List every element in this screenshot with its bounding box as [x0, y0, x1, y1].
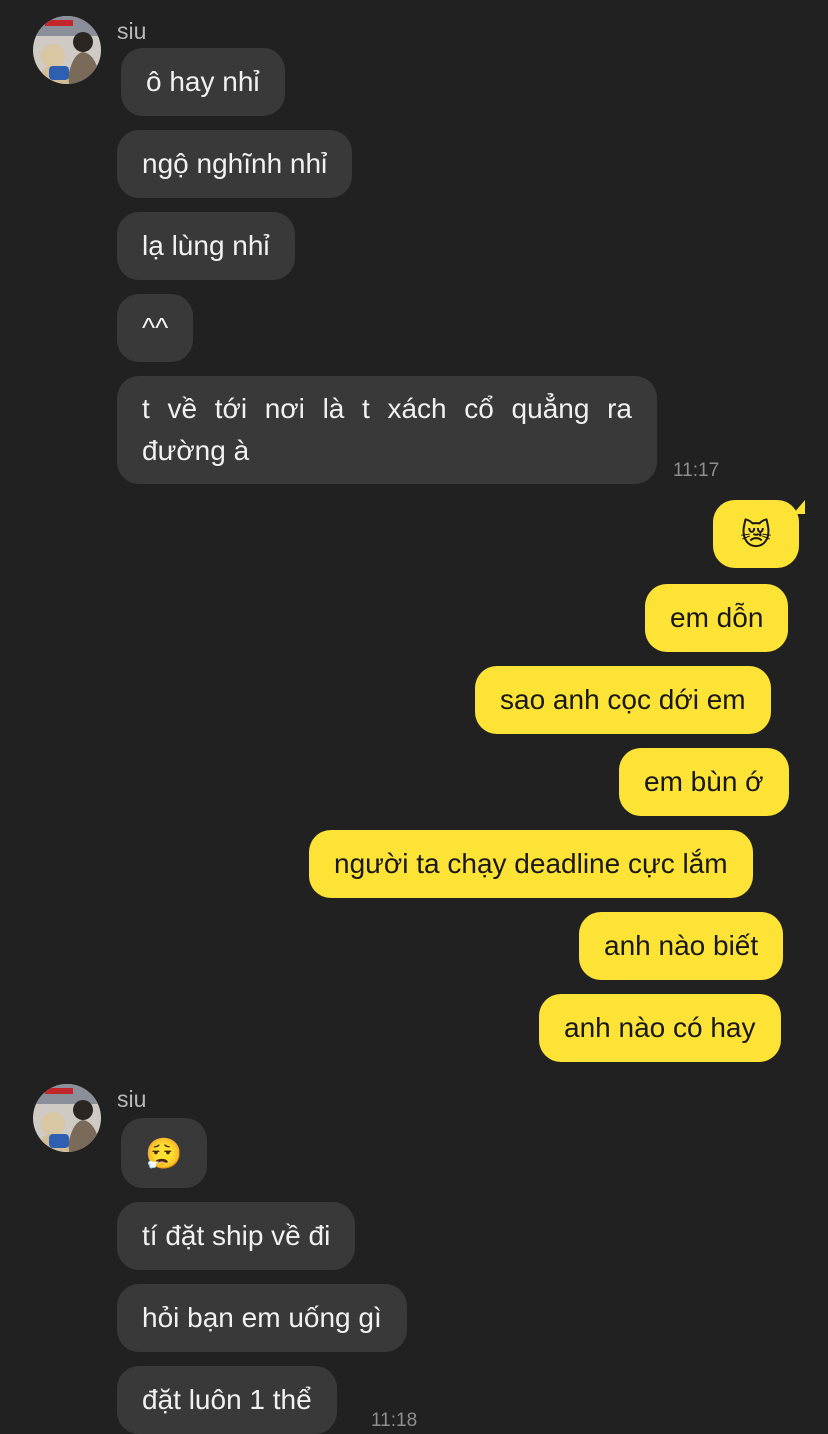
message-bubble[interactable]: lạ lùng nhỉ [117, 212, 295, 280]
emoji-message-bubble[interactable]: 😿 [713, 500, 805, 568]
message-bubble[interactable]: sao anh cọc dới em [475, 666, 771, 734]
crying-cat-face-icon: 😿 [740, 517, 772, 553]
message-timestamp: 11:18 [371, 1410, 418, 1431]
message-bubble[interactable]: ngộ nghĩnh nhỉ [117, 130, 353, 198]
message-timestamp: 11:17 [673, 460, 720, 481]
face-exhaling-icon: 😮‍💨 [145, 1136, 183, 1172]
message-bubble[interactable]: ^^ [117, 294, 194, 362]
sender-name: siu [117, 1086, 147, 1112]
message-bubble[interactable]: t về tới nơi là t xách cổ quẳng ra đường… [117, 376, 657, 484]
message-bubble[interactable]: anh nào có hay [539, 994, 781, 1062]
bubble-tail [793, 500, 805, 514]
message-bubble[interactable]: tí đặt ship về đi [117, 1202, 356, 1270]
message-bubble[interactable]: em dỗn [645, 584, 789, 652]
contact-avatar[interactable] [33, 1084, 101, 1152]
message-bubble[interactable]: hỏi bạn em uống gì [117, 1284, 407, 1352]
message-bubble[interactable]: em bùn ớ [619, 748, 789, 816]
sender-name: siu [117, 18, 147, 44]
emoji-message-bubble[interactable]: 😮‍💨 [121, 1118, 207, 1188]
message-bubble[interactable]: người ta chạy deadline cực lắm [309, 830, 753, 898]
message-bubble[interactable]: anh nào biết [579, 912, 784, 980]
contact-avatar[interactable] [33, 16, 101, 84]
message-bubble[interactable]: ô hay nhỉ [121, 48, 285, 116]
message-bubble[interactable]: đặt luôn 1 thể [117, 1366, 337, 1434]
